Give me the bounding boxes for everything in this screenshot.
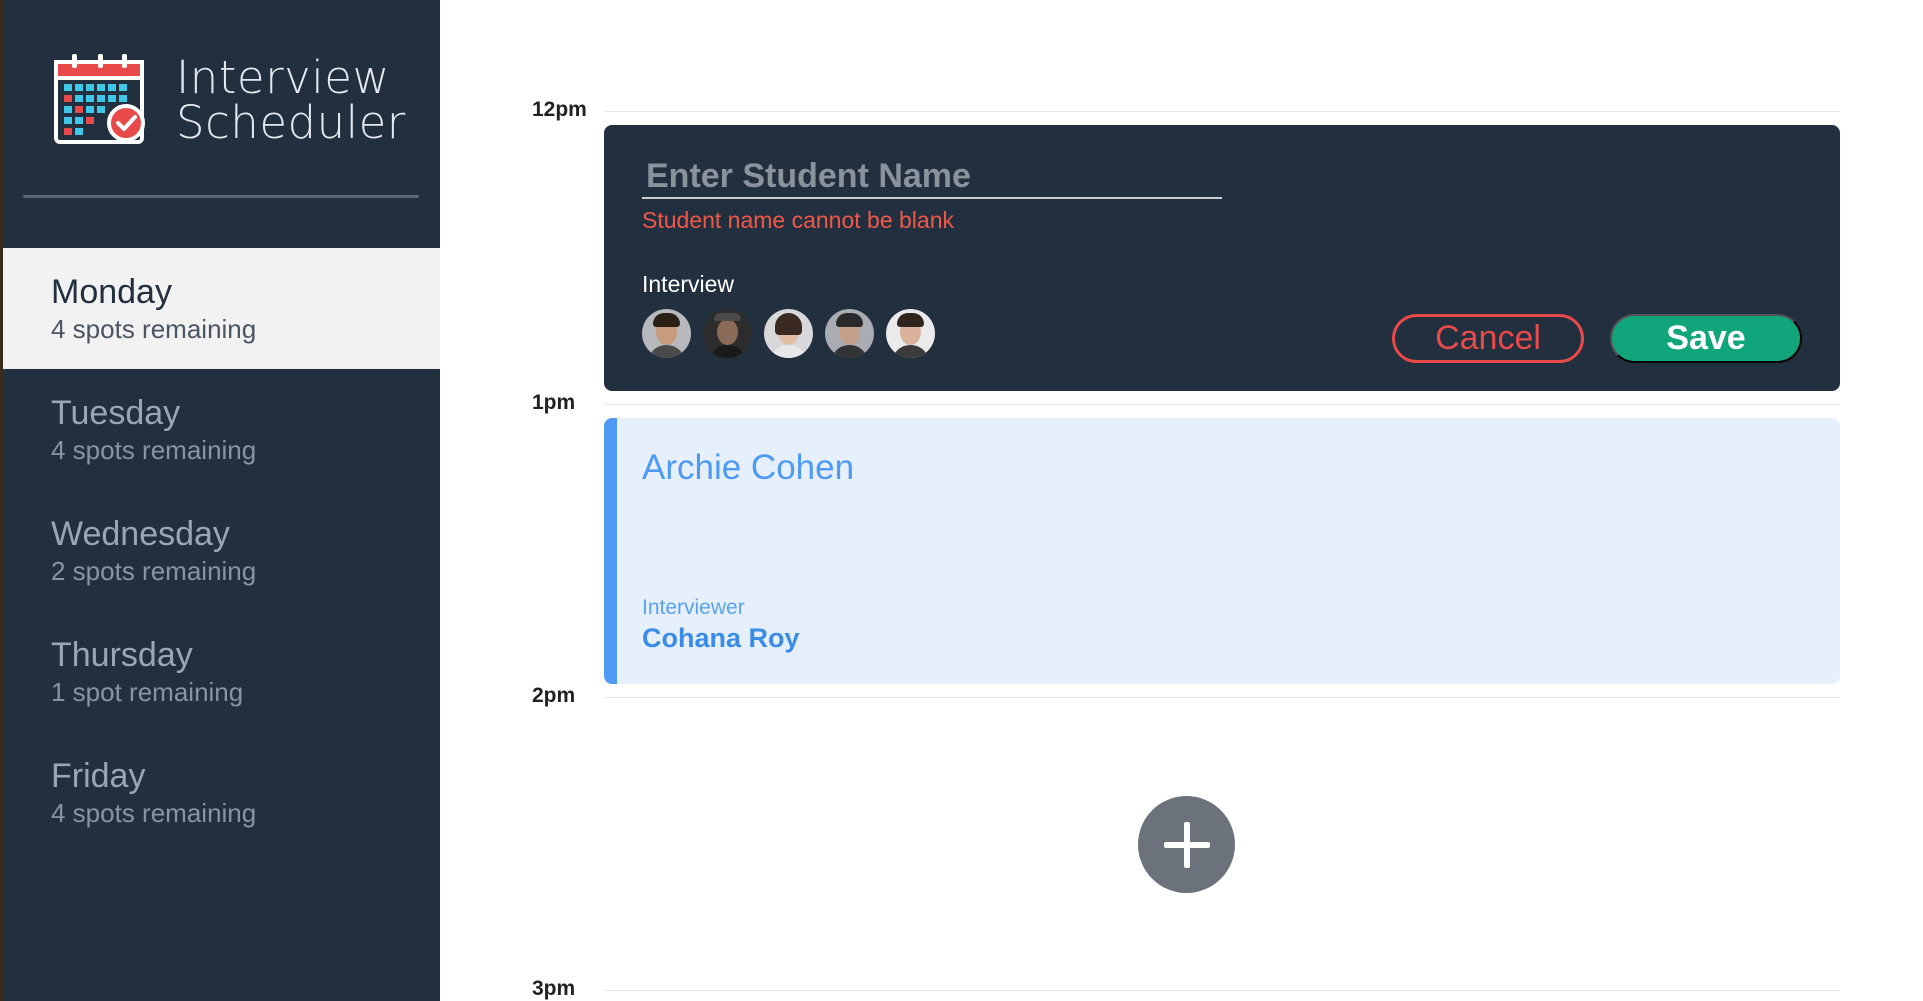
sidebar-divider — [23, 195, 419, 198]
time-label: 1pm — [532, 391, 576, 414]
interviewer-caption: Interviewer — [642, 596, 745, 619]
day-spots: 4 spots remaining — [51, 797, 257, 828]
day-name: Thursday — [51, 635, 193, 674]
interviewer-avatar-2[interactable] — [703, 309, 752, 358]
app-logo: Interview Scheduler — [52, 52, 406, 147]
app-title: Interview Scheduler — [176, 50, 406, 149]
time-label: 3pm — [532, 977, 576, 1000]
student-name-input[interactable] — [642, 155, 1222, 199]
day-list: Monday 4 spots remaining Tuesday 4 spots… — [3, 248, 440, 853]
cancel-button[interactable]: Cancel — [1392, 314, 1584, 363]
time-label: 12pm — [532, 98, 587, 121]
add-appointment-button[interactable] — [1138, 796, 1235, 893]
interviewer-list-label: Interview — [642, 271, 735, 297]
day-spots: 1 spot remaining — [51, 676, 244, 707]
interviewer-avatar-4[interactable] — [825, 309, 874, 358]
booked-appointment[interactable]: Archie Cohen Interviewer Cohana Roy — [604, 418, 1840, 684]
plus-icon — [1163, 821, 1210, 868]
day-item-monday[interactable]: Monday 4 spots remaining — [3, 248, 440, 369]
day-spots: 4 spots remaining — [51, 313, 257, 344]
interviewer-list — [642, 309, 947, 358]
interviewer-avatar-3[interactable] — [764, 309, 813, 358]
time-divider — [604, 404, 1840, 405]
sidebar: Interview Scheduler Monday 4 spots remai… — [0, 0, 440, 1001]
day-item-tuesday[interactable]: Tuesday 4 spots remaining — [3, 369, 440, 490]
student-name: Archie Cohen — [642, 448, 855, 487]
day-spots: 2 spots remaining — [51, 555, 257, 586]
appointment-accent — [604, 418, 617, 684]
appointment-form: Student name cannot be blank Interview C… — [604, 125, 1840, 391]
day-spots: 4 spots remaining — [51, 434, 257, 465]
day-name: Monday — [51, 272, 172, 311]
interviewer-avatar-5[interactable] — [886, 309, 935, 358]
day-name: Tuesday — [51, 393, 181, 432]
validation-error: Student name cannot be blank — [642, 207, 955, 233]
time-label: 2pm — [532, 684, 576, 707]
calendar-check-icon — [54, 54, 145, 144]
day-item-wednesday[interactable]: Wednesday 2 spots remaining — [3, 490, 440, 611]
day-item-thursday[interactable]: Thursday 1 spot remaining — [3, 611, 440, 732]
save-button[interactable]: Save — [1610, 314, 1802, 363]
interviewer-avatar-1[interactable] — [642, 309, 691, 358]
time-divider — [604, 111, 1840, 112]
time-divider — [604, 990, 1840, 991]
day-name: Friday — [51, 756, 146, 795]
day-item-friday[interactable]: Friday 4 spots remaining — [3, 732, 440, 853]
day-name: Wednesday — [51, 514, 230, 553]
time-divider — [604, 697, 1840, 698]
interviewer-name: Cohana Roy — [642, 623, 800, 653]
